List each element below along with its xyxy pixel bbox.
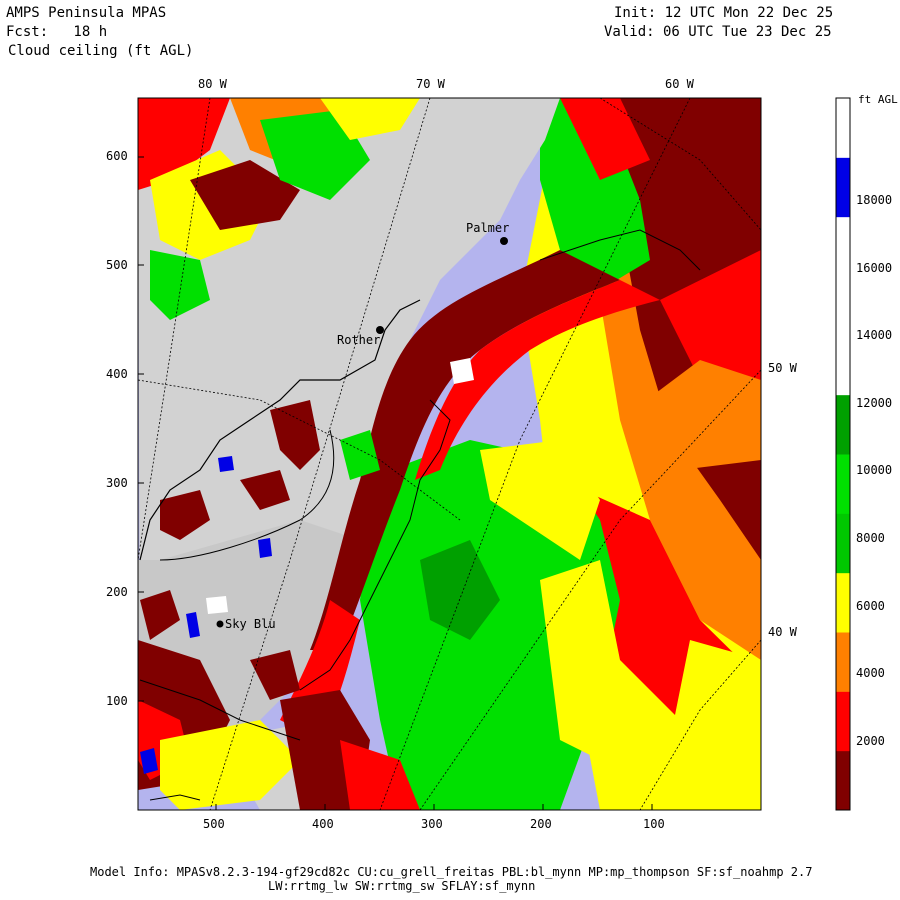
colorbar-label: 4000: [856, 666, 885, 680]
lon-label-50w: 50 W: [768, 361, 797, 375]
colorbar-bin: [836, 691, 850, 752]
station-label-palmer: Palmer: [466, 221, 510, 235]
lon-label-60w: 60 W: [665, 77, 694, 91]
colorbar-bin: [836, 750, 850, 811]
y-tick-label: 400: [106, 367, 128, 381]
station-palmer-marker: [500, 237, 508, 245]
valid-time: Valid: 06 UTC Tue 23 Dec 25: [604, 24, 832, 40]
y-tick-label: 500: [106, 258, 128, 272]
x-tick-label: 200: [530, 817, 552, 831]
map-title: AMPS Peninsula MPAS: [6, 5, 167, 21]
colorbar-bin: [836, 454, 850, 514]
colorbar-label: 12000: [856, 396, 893, 410]
colorbar-label: 14000: [856, 328, 893, 342]
x-tick-label: 100: [643, 817, 665, 831]
station-label-rothera: Rother: [337, 333, 381, 347]
colorbar-bin: [836, 335, 850, 396]
colorbar-bin: [836, 216, 850, 277]
colorbar-label: 18000: [856, 193, 893, 207]
map-field: [138, 98, 761, 810]
y-tick-label: 100: [106, 694, 128, 708]
colorbar-label: 10000: [856, 463, 893, 477]
cloud-white-2: [450, 358, 474, 384]
lon-label-40w: 40 W: [768, 625, 797, 639]
x-tick-label: 500: [203, 817, 225, 831]
colorbar-bin: [836, 98, 850, 158]
colorbar-bin: [836, 157, 850, 218]
weather-map: [137, 97, 851, 811]
lon-label-70w: 70 W: [416, 77, 445, 91]
station-label-skyblu: Sky Blu: [225, 617, 276, 631]
colorbar-label: 16000: [856, 261, 893, 275]
station-skyblu-marker: [216, 620, 224, 628]
y-tick-label: 600: [106, 149, 128, 163]
colorbar: [836, 98, 850, 811]
colorbar-bin: [836, 632, 850, 692]
colorbar-label: 6000: [856, 599, 885, 613]
cloud-white-1: [206, 596, 228, 614]
lon-label-80w: 80 W: [198, 77, 227, 91]
colorbar-label: 2000: [856, 734, 885, 748]
y-tick-label: 200: [106, 585, 128, 599]
x-tick-label: 300: [421, 817, 443, 831]
colorbar-bin: [836, 394, 850, 455]
colorbar-label: 8000: [856, 531, 885, 545]
cloud-blue-1: [218, 456, 234, 472]
colorbar-unit: ft AGL: [858, 93, 898, 106]
colorbar-bin: [836, 572, 850, 633]
forecast-hour: Fcst: 18 h: [6, 24, 108, 40]
model-info-line2: LW:rrtmg_lw SW:rrtmg_sw SFLAY:sf_mynn: [268, 879, 536, 893]
y-tick-label: 300: [106, 476, 128, 490]
x-tick-label: 400: [312, 817, 334, 831]
colorbar-bin: [836, 276, 850, 336]
cloud-blue-2: [258, 538, 272, 558]
init-time: Init: 12 UTC Mon 22 Dec 25: [614, 5, 834, 21]
model-info-line1: Model Info: MPASv8.2.3-194-gf29cd82c CU:…: [90, 865, 813, 879]
colorbar-bin: [836, 513, 850, 574]
field-name: Cloud ceiling (ft AGL): [8, 43, 194, 59]
